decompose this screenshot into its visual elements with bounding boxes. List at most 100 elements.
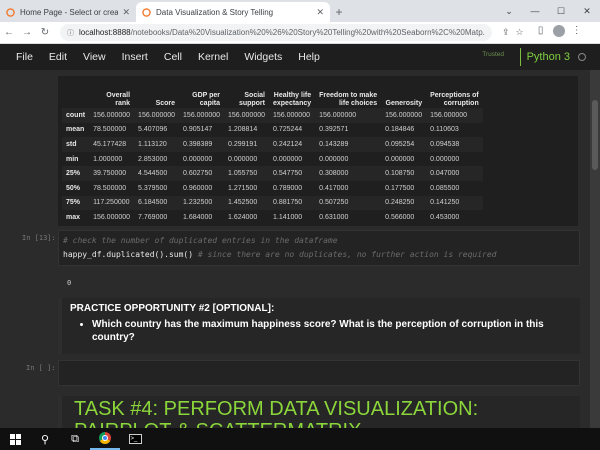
column-header-line: Generosity <box>385 100 423 107</box>
table-cell: 156.000000 <box>319 111 357 119</box>
describe-table: Overall rank Score GDP per capita Social suppo… <box>62 80 483 225</box>
tab-search-icon[interactable]: ⌄ <box>496 0 522 22</box>
url-input[interactable]: ⓘ localhost:8888/notebooks/Data%20Visual… <box>60 24 492 41</box>
table-cell: 1.271500 <box>228 184 258 192</box>
reload-icon[interactable]: ↻ <box>36 27 54 38</box>
table-cell: 1.684000 <box>183 213 213 221</box>
kernel-status-icon <box>578 53 586 61</box>
table-cell: 1.113120 <box>138 140 167 148</box>
table-cell: 0.631000 <box>319 213 349 221</box>
table-row: max 156.000000 7.769000 1.684000 1.624000 1.1… <box>62 210 483 225</box>
browser-tab-bar: Home Page - Select or create a n ✕ Data … <box>0 0 600 22</box>
column-header: GDP per capita <box>179 80 224 108</box>
share-icon[interactable]: ⇪ <box>502 27 510 38</box>
table-row: 25% 39.750000 4.544500 0.602750 1.055750 0.54… <box>62 166 483 181</box>
scrollbar[interactable] <box>590 70 600 428</box>
table-cell: 6.184500 <box>138 199 168 207</box>
table-cell: 0.141250 <box>430 199 460 207</box>
table-row: std 45.177428 1.113120 0.398389 0.299191 0.24… <box>62 137 483 152</box>
code-inline-comment: # since there are no duplicates, no furt… <box>197 250 497 259</box>
column-header-line: rank <box>115 100 131 107</box>
address-bar: ← → ↻ ⓘ localhost:8888/notebooks/Data%20… <box>0 22 600 44</box>
table-cell: 0.000000 <box>319 155 349 163</box>
column-header: Social support <box>224 80 269 108</box>
table-row: mean 78.500000 5.407096 0.905147 1.208814 0.7… <box>62 123 483 138</box>
table-cell: 39.750000 <box>93 170 127 178</box>
menu-file[interactable]: File <box>16 51 33 63</box>
table-cell: 1.624000 <box>228 213 258 221</box>
table-cell: 78.500000 <box>93 184 127 192</box>
table-cell: 0.905147 <box>183 126 213 134</box>
table-body: count 156.000000 156.000000 156.000000 156.0… <box>62 108 483 225</box>
menu-widgets[interactable]: Widgets <box>244 51 282 63</box>
task-view-icon[interactable]: ⧉ <box>60 428 90 450</box>
row-index: std <box>66 140 77 148</box>
table-cell: 1.141000 <box>273 213 303 221</box>
table-cell: 0.398389 <box>183 140 213 148</box>
url-path: /notebooks/Data%20Visualization%20%26%20… <box>130 28 485 37</box>
task-heading-cell[interactable]: TASK #4: PERFORM DATA VISUALIZATION: PAI… <box>58 396 580 428</box>
tab-title: Home Page - Select or create a n <box>20 7 119 17</box>
tab-data-visualization[interactable]: Data Visualization & Story Telling ✕ <box>136 2 330 22</box>
windows-taskbar: ⚲ ⧉ >_ <box>0 428 600 450</box>
table-cell: 0.507250 <box>319 199 349 207</box>
menu-cell[interactable]: Cell <box>164 51 182 63</box>
table-cell: 156.000000 <box>430 111 468 119</box>
close-icon[interactable]: ✕ <box>122 7 130 18</box>
row-index: 25% <box>66 170 81 178</box>
table-row: count 156.000000 156.000000 156.000000 156.0… <box>62 108 483 123</box>
close-window-icon[interactable]: ✕ <box>574 0 600 22</box>
table-cell: 0.047000 <box>430 170 460 178</box>
kernel-name[interactable]: Python 3 <box>519 48 570 66</box>
empty-code-cell[interactable] <box>58 360 580 386</box>
search-icon[interactable]: ⚲ <box>30 428 60 450</box>
more-menu-icon[interactable]: ⋮ <box>568 25 586 40</box>
table-cell: 156.000000 <box>183 111 221 119</box>
table-cell: 0.095254 <box>385 140 415 148</box>
column-header-line: Score <box>155 100 176 107</box>
table-cell: 0.000000 <box>273 155 303 163</box>
new-tab-button[interactable]: + <box>330 2 348 22</box>
markdown-cell[interactable]: PRACTICE OPPORTUNITY #2 [OPTIONAL]: Whic… <box>58 298 580 354</box>
menu-help[interactable]: Help <box>298 51 320 63</box>
table-cell: 5.379500 <box>138 184 168 192</box>
start-button[interactable] <box>0 428 30 450</box>
menu-kernel[interactable]: Kernel <box>198 51 228 63</box>
code-cell[interactable]: # check the number of duplicated entries… <box>58 230 580 266</box>
notebook-area[interactable]: Overall rank Score GDP per capita Social suppo… <box>0 70 600 428</box>
info-icon[interactable]: ⓘ <box>67 28 74 38</box>
forward-icon[interactable]: → <box>18 27 36 38</box>
jupyter-icon <box>6 7 15 17</box>
table-cell: 0.000000 <box>430 155 460 163</box>
task-heading-line2: PAIRPLOT & SCATTERMATRIX <box>74 420 361 428</box>
minimize-icon[interactable]: — <box>522 0 548 22</box>
close-icon[interactable]: ✕ <box>316 7 324 18</box>
table-cell: 0.308000 <box>319 170 349 178</box>
tab-home-page[interactable]: Home Page - Select or create a n ✕ <box>0 2 136 22</box>
trusted-indicator[interactable]: Trusted <box>482 51 504 58</box>
table-cell: 0.453000 <box>430 213 460 221</box>
terminal-icon: >_ <box>128 434 142 444</box>
table-row: 50% 78.500000 5.379500 0.960000 1.271500 0.78… <box>62 181 483 196</box>
side-panel-icon[interactable]: ▯ <box>532 25 550 40</box>
menu-view[interactable]: View <box>83 51 106 63</box>
tab-title: Data Visualization & Story Telling <box>156 7 274 17</box>
menu-insert[interactable]: Insert <box>122 51 148 63</box>
url-text: localhost:8888/notebooks/Data%20Visualiz… <box>79 28 485 37</box>
back-icon[interactable]: ← <box>0 27 18 38</box>
table-cell: 156.000000 <box>228 111 265 119</box>
maximize-icon[interactable]: ☐ <box>548 0 574 22</box>
table-cell: 0.566000 <box>385 213 415 221</box>
bookmark-star-icon[interactable]: ☆ <box>516 27 524 38</box>
column-header-line: Perceptions of <box>430 92 479 99</box>
menu-edit[interactable]: Edit <box>49 51 67 63</box>
column-header: Healthy life expectancy <box>269 80 315 108</box>
scrollbar-thumb[interactable] <box>592 100 598 170</box>
profile-avatar-icon[interactable] <box>550 25 568 40</box>
row-index: count <box>66 111 86 119</box>
terminal-taskbar-icon[interactable]: >_ <box>120 428 150 450</box>
chrome-taskbar-icon[interactable] <box>90 428 120 450</box>
table-cell: 1.452500 <box>228 199 258 207</box>
column-header-line: life choices <box>338 100 378 107</box>
table-cell: 0.789000 <box>273 184 303 192</box>
